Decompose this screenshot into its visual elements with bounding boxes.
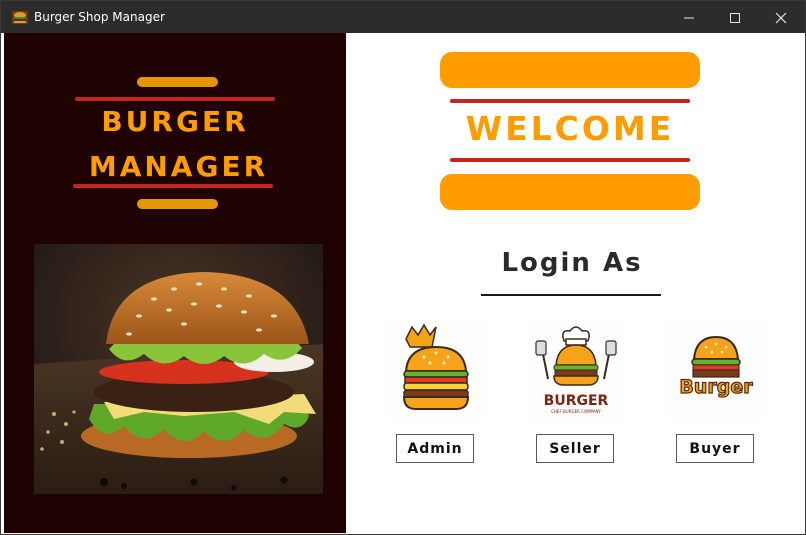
burger-photo	[34, 244, 323, 494]
brand-line-1: BURGER	[101, 105, 249, 138]
buyer-button[interactable]: Buyer	[676, 434, 754, 463]
welcome-top-bar	[440, 52, 700, 88]
minimize-icon	[684, 17, 694, 19]
bottom-red-line	[73, 184, 273, 188]
login-underline	[481, 294, 661, 296]
buyer-logo: Burger	[666, 319, 766, 419]
close-button[interactable]	[758, 1, 804, 33]
brand-line-2: MANAGER	[88, 150, 269, 183]
burger-app-icon	[12, 11, 28, 24]
top-bun-bar	[137, 77, 218, 87]
brand-panel: BURGER MANAGER	[4, 33, 346, 533]
maximize-button[interactable]	[712, 1, 758, 33]
minimize-button[interactable]	[666, 1, 712, 33]
login-as-heading: Login As	[501, 248, 643, 278]
admin-logo	[386, 319, 486, 419]
maximize-icon	[730, 13, 740, 23]
close-icon	[775, 12, 787, 24]
welcome-bottom-line	[450, 158, 690, 162]
welcome-top-line	[450, 99, 690, 103]
top-red-line	[75, 97, 275, 101]
seller-logo: BURGER CHEF BURGER COMPANY	[526, 319, 626, 419]
burger-photo-art	[34, 244, 323, 494]
welcome-heading: WELCOME	[465, 109, 675, 148]
seller-logo-subtext: CHEF BURGER COMPANY	[551, 409, 601, 414]
admin-button[interactable]: Admin	[396, 434, 474, 463]
chef-burger-icon: BURGER CHEF BURGER COMPANY	[535, 326, 617, 414]
buyer-logo-text: Burger	[679, 376, 753, 398]
window-title: Burger Shop Manager	[34, 10, 165, 24]
welcome-bottom-bar	[440, 174, 700, 210]
burger-text-icon: Burger	[679, 335, 754, 399]
bottom-bun-bar	[137, 199, 218, 209]
app-window: Burger Shop Manager BURGER MANAGER WELCO…	[0, 0, 806, 535]
seller-button[interactable]: Seller	[536, 434, 614, 463]
title-bar[interactable]: Burger Shop Manager	[1, 1, 805, 33]
login-panel: WELCOME Login As Admin BURGER CHEF BURGE…	[346, 33, 805, 533]
crowned-burger-icon	[402, 323, 470, 410]
seller-logo-text: BURGER	[544, 393, 609, 409]
